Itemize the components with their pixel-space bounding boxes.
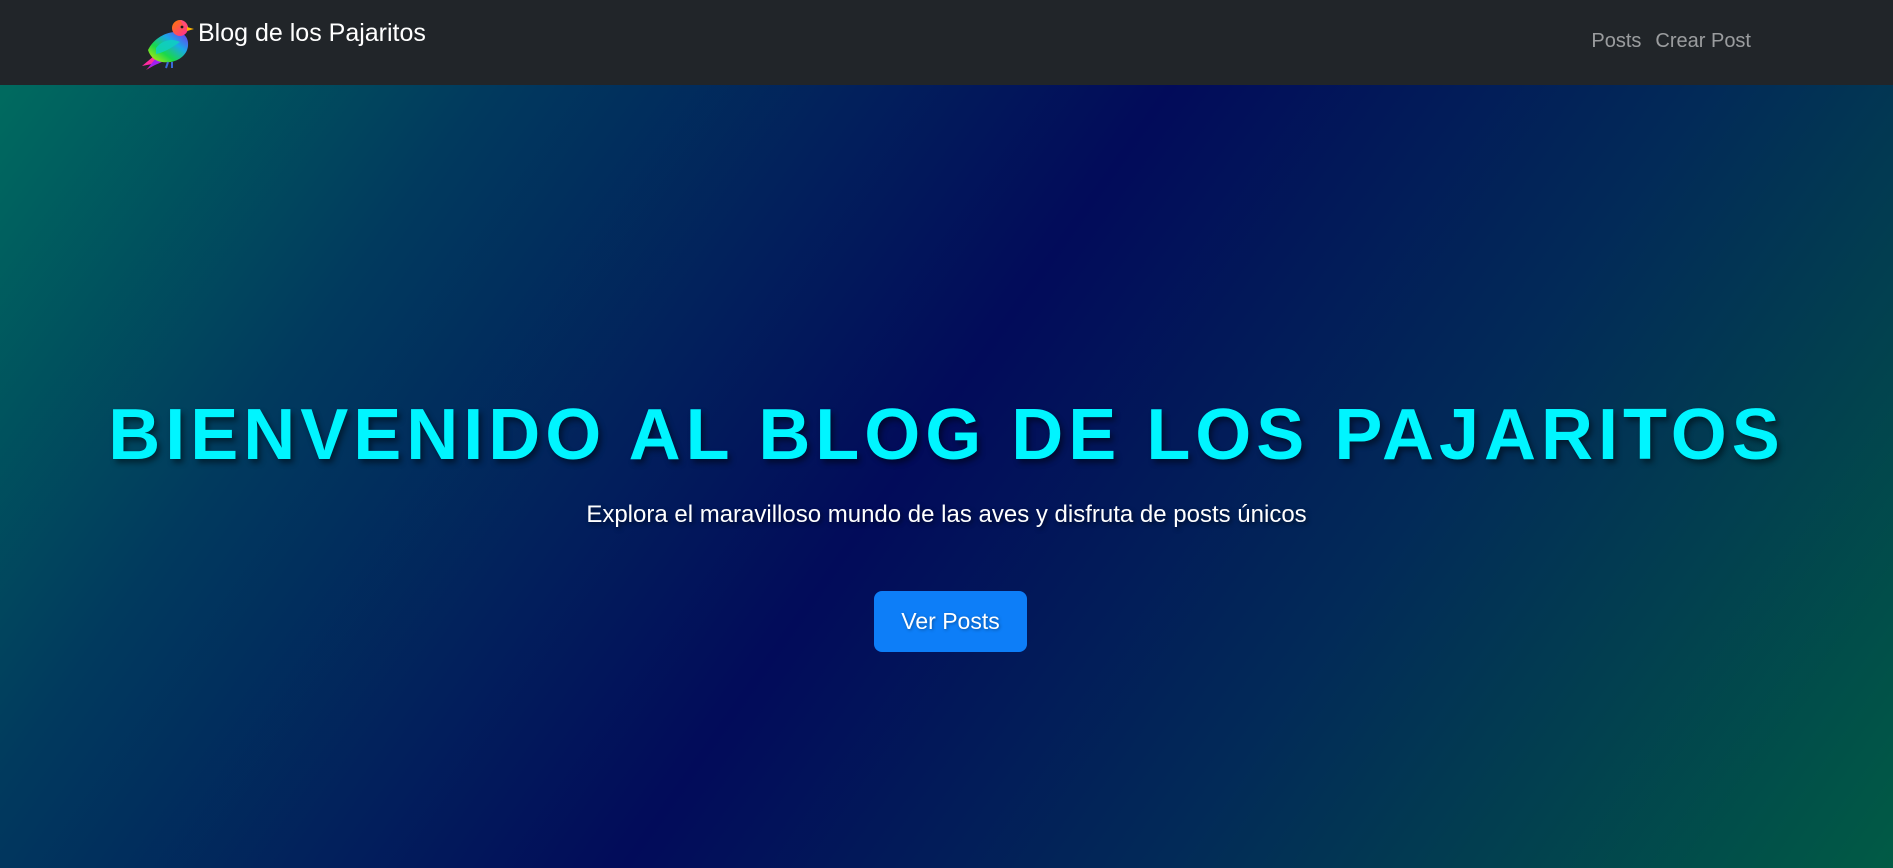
hero-subtitle: Explora el maravilloso mundo de las aves… xyxy=(586,501,1307,528)
navbar: Blog de los Pajaritos Posts Crear Post xyxy=(0,0,1893,85)
brand-title: Blog de los Pajaritos xyxy=(198,19,426,47)
nav-link-crear-post[interactable]: Crear Post xyxy=(1655,29,1751,53)
nav-links: Posts Crear Post xyxy=(1591,29,1751,53)
hero-section: BIENVENIDO AL BLOG DE LOS PAJARITOS Expl… xyxy=(0,85,1893,868)
ver-posts-button[interactable]: Ver Posts xyxy=(874,591,1027,652)
bird-logo-icon xyxy=(142,20,194,70)
nav-link-posts[interactable]: Posts xyxy=(1591,29,1641,53)
hero-title: BIENVENIDO AL BLOG DE LOS PAJARITOS xyxy=(108,395,1785,475)
brand-link[interactable]: Blog de los Pajaritos xyxy=(140,16,426,70)
